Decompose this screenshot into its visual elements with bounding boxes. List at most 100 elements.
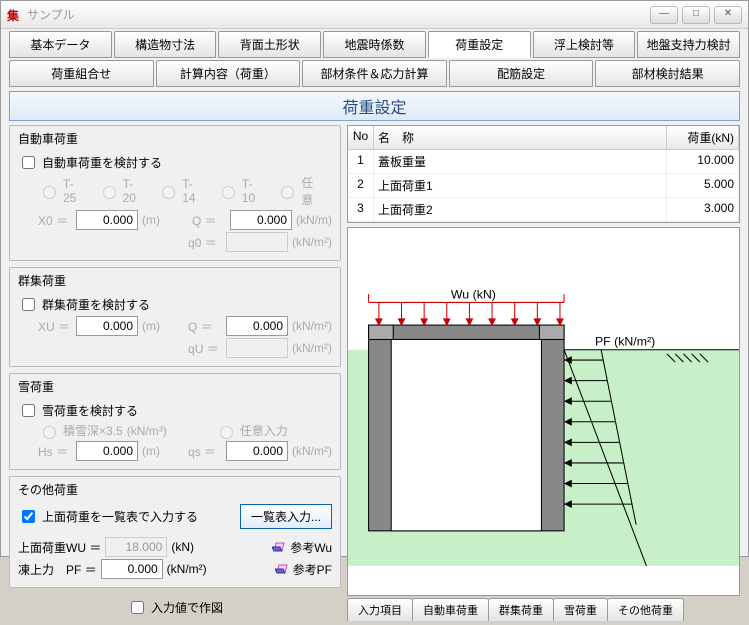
auto-x-unit: (m)	[142, 213, 160, 227]
other-pf-label: 凍上力 PF ＝	[18, 561, 97, 578]
close-button[interactable]: ✕	[714, 6, 742, 24]
bottom-tabs: 入力項目自動車荷重群集荷重雪荷重その他荷重	[347, 598, 740, 621]
btab-2[interactable]: 群集荷重	[488, 598, 554, 621]
auto-q-label: Q ＝	[192, 212, 226, 229]
tab2-0[interactable]: 荷重組合せ	[9, 60, 154, 87]
group-grp-title: 群集荷重	[14, 272, 70, 289]
grp-qU-label: qU ＝	[188, 340, 222, 357]
tab1-1[interactable]: 構造物寸法	[114, 31, 217, 58]
maximize-button[interactable]: □	[682, 6, 710, 24]
page-title: 荷重設定	[9, 91, 740, 121]
diag-pf-label: PF (kN/m²)	[595, 335, 655, 349]
other-check[interactable]	[22, 510, 35, 523]
btab-1[interactable]: 自動車荷重	[412, 598, 489, 621]
auto-opt-2	[162, 186, 175, 199]
auto-opt-label-0: T-25	[63, 177, 86, 205]
tab1-5[interactable]: 浮上検討等	[533, 31, 636, 58]
snow-opt2	[220, 426, 233, 439]
load-table: No 名 称 荷重(kN) 1蓋板重量10.0002上面荷重15.0003上面荷…	[347, 125, 740, 223]
btab-3[interactable]: 雪荷重	[553, 598, 608, 621]
td-load: 10.000	[667, 150, 739, 174]
td-no: 2	[348, 174, 374, 198]
auto-q-input[interactable]	[230, 210, 292, 230]
diagram: Wu (kN) PF (kN/m²)	[347, 227, 740, 596]
tab-row-1: 基本データ構造物寸法背面土形状地震時係数荷重設定浮上検討等地盤支持力検討	[1, 29, 748, 58]
group-snow-title: 雪荷重	[14, 378, 58, 395]
eraser-icon[interactable]	[275, 563, 289, 575]
btab-0[interactable]: 入力項目	[347, 598, 413, 621]
app-icon: 集	[7, 7, 23, 23]
btab-4[interactable]: その他荷重	[607, 598, 684, 621]
right-panel: No 名 称 荷重(kN) 1蓋板重量10.0002上面荷重15.0003上面荷…	[347, 125, 740, 621]
grp-q-unit: (kN/m²)	[292, 319, 332, 333]
td-name: 蓋板重量	[374, 150, 667, 174]
footer-row: 入力値で作図	[9, 594, 341, 621]
diagram-svg: Wu (kN) PF (kN/m²)	[348, 228, 739, 595]
draw-by-input-check[interactable]	[131, 601, 144, 614]
ref-wu-label[interactable]: 参考Wu	[290, 539, 332, 556]
snow-opt1-label: 積雪深×3.5	[63, 422, 123, 439]
window-title: サンプル	[27, 6, 650, 23]
tab2-4[interactable]: 部材検討結果	[595, 60, 740, 87]
group-auto: 自動車荷重 自動車荷重を検討する T-25T-20T-14T-10任意 X0 ＝…	[9, 125, 341, 261]
auto-opt-label-1: T-20	[123, 177, 146, 205]
tab1-0[interactable]: 基本データ	[9, 31, 112, 58]
snow-check[interactable]	[22, 404, 35, 417]
group-other-title: その他荷重	[14, 481, 82, 498]
group-other: その他荷重 上面荷重を一覧表で入力する 一覧表入力... 上面荷重WU ＝ (k…	[9, 476, 341, 588]
grp-q-label: Q ＝	[188, 318, 222, 335]
tab2-1[interactable]: 計算内容（荷重）	[156, 60, 301, 87]
snow-h-unit: (m)	[142, 444, 160, 458]
auto-check[interactable]	[22, 156, 35, 169]
group-snow: 雪荷重 雪荷重を検討する 積雪深×3.5 (kN/m³) 任意入力 Hs ＝ (…	[9, 373, 341, 470]
th-no: No	[348, 126, 374, 150]
ref-pf-label[interactable]: 参考PF	[293, 561, 332, 578]
table-input-button[interactable]: 一覧表入力...	[240, 504, 332, 529]
content: 自動車荷重 自動車荷重を検討する T-25T-20T-14T-10任意 X0 ＝…	[1, 125, 748, 625]
other-wu-unit: (kN)	[171, 540, 194, 554]
auto-check-label: 自動車荷重を検討する	[42, 154, 162, 171]
tab2-3[interactable]: 配筋設定	[449, 60, 594, 87]
grp-check[interactable]	[22, 298, 35, 311]
tab1-2[interactable]: 背面土形状	[218, 31, 321, 58]
auto-q0-unit: (kN/m²)	[292, 235, 332, 249]
snow-opt2-label: 任意入力	[240, 422, 288, 439]
other-pf-input[interactable]	[101, 559, 163, 579]
th-load: 荷重(kN)	[667, 126, 739, 150]
auto-x-label: X0 ＝	[38, 212, 72, 229]
minimize-button[interactable]: —	[650, 6, 678, 24]
snow-opt1-unit: (kN/m³)	[127, 424, 167, 438]
td-no: 3	[348, 198, 374, 222]
tab-row-2: 荷重組合せ計算内容（荷重）部材条件＆応力計算配筋設定部材検討結果	[1, 58, 748, 87]
td-name: 上面荷重1	[374, 174, 667, 198]
grp-x-input[interactable]	[76, 316, 138, 336]
grp-qU-unit: (kN/m²)	[292, 341, 332, 355]
app-window: 集 サンプル — □ ✕ 基本データ構造物寸法背面土形状地震時係数荷重設定浮上検…	[0, 0, 749, 557]
tab2-2[interactable]: 部材条件＆応力計算	[302, 60, 447, 87]
eraser-icon[interactable]	[272, 541, 286, 553]
auto-opt-3	[222, 186, 235, 199]
table-row[interactable]: 1蓋板重量10.000	[348, 150, 739, 174]
diag-wu-label: Wu (kN)	[451, 287, 496, 301]
th-name: 名 称	[374, 126, 667, 150]
other-check-label: 上面荷重を一覧表で入力する	[42, 508, 198, 525]
snow-h-input[interactable]	[76, 441, 138, 461]
auto-x-input[interactable]	[76, 210, 138, 230]
auto-opt-1	[103, 186, 116, 199]
tab1-3[interactable]: 地震時係数	[323, 31, 426, 58]
tab1-6[interactable]: 地盤支持力検討	[637, 31, 740, 58]
grp-q-input[interactable]	[226, 316, 288, 336]
auto-opt-label-2: T-14	[182, 177, 205, 205]
snow-opt1	[43, 426, 56, 439]
auto-opt-4	[281, 186, 294, 199]
snow-h-label: Hs ＝	[38, 443, 72, 460]
other-wu-label: 上面荷重WU ＝	[18, 539, 101, 556]
table-row[interactable]: 3上面荷重23.000	[348, 198, 739, 222]
tab1-4[interactable]: 荷重設定	[428, 31, 531, 58]
group-auto-title: 自動車荷重	[14, 130, 82, 147]
snow-q-label: qs ＝	[188, 443, 222, 460]
table-row[interactable]: 2上面荷重15.000	[348, 174, 739, 198]
snow-q-input[interactable]	[226, 441, 288, 461]
snow-check-label: 雪荷重を検討する	[42, 402, 138, 419]
auto-opt-label-4: 任意	[301, 174, 324, 208]
